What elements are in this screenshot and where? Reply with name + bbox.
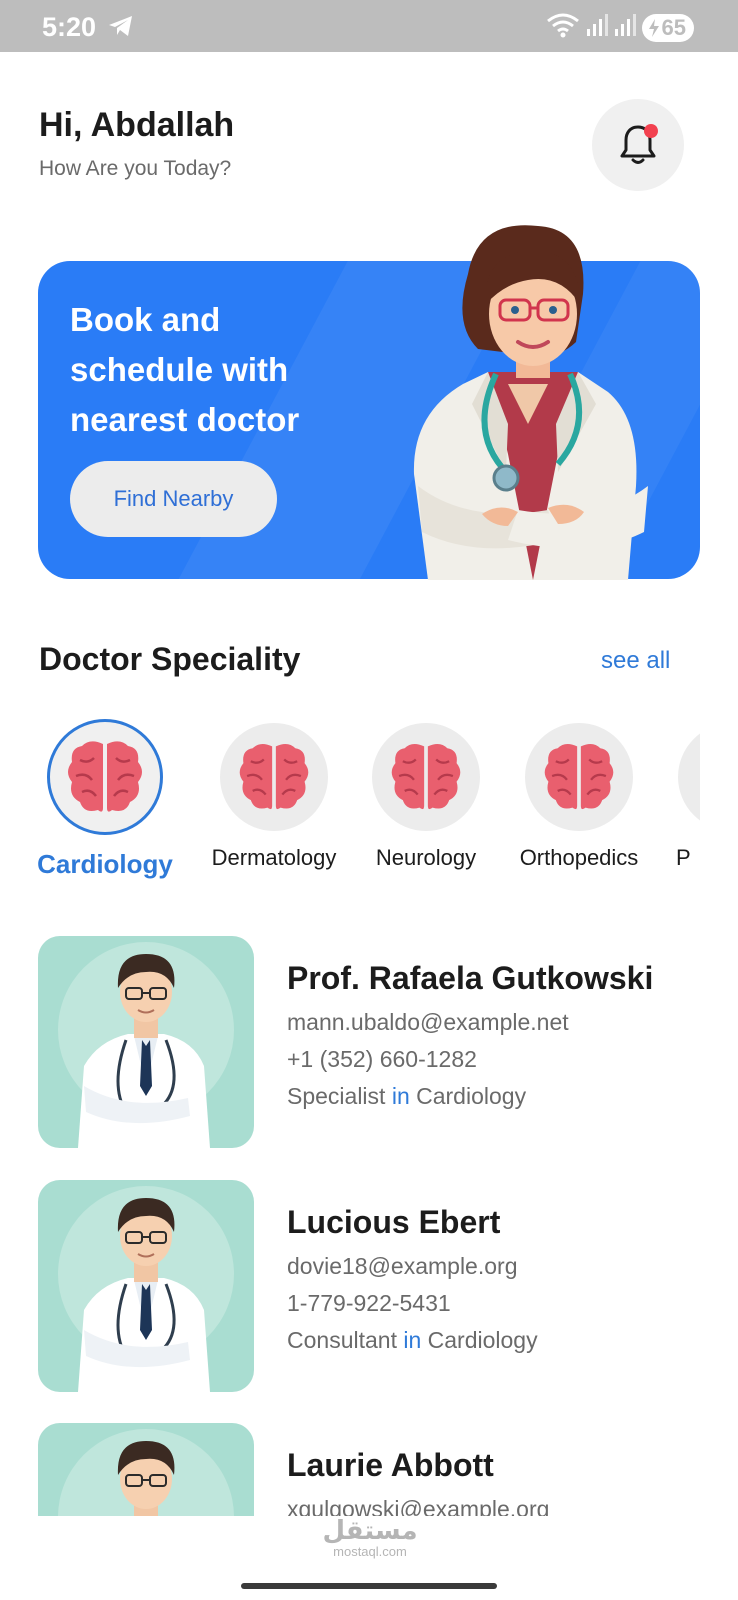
speciality-label: Dermatology (211, 845, 337, 870)
in-word: in (403, 1327, 422, 1353)
speciality-label: Orthopedics (519, 845, 639, 870)
doctor-email: xgulgowski@example.org (287, 1496, 550, 1516)
watermark: مستقل mostaql.com (300, 1516, 440, 1559)
doctor-email: dovie18@example.org (287, 1253, 518, 1279)
speciality-label: Neurology (375, 845, 477, 870)
speciality-carousel[interactable]: Cardiology Dermatology Neurology Orthope… (38, 718, 700, 888)
doctor-card[interactable]: Prof. Rafaela Gutkowski mann.ubaldo@exam… (38, 936, 700, 1148)
doctor-card[interactable]: Laurie Abbott xgulgowski@example.org (38, 1423, 700, 1516)
signal-icon (586, 13, 608, 42)
brain-icon (391, 744, 461, 810)
speciality-icon-circle (372, 723, 480, 831)
doctor-avatar (38, 1423, 254, 1516)
speciality-label: P (676, 845, 691, 870)
doctor-avatar (38, 936, 254, 1148)
speciality-item-neurology[interactable]: Neurology (356, 718, 496, 871)
in-word: in (391, 1083, 410, 1109)
doctor-name: Laurie Abbott (287, 1447, 494, 1483)
greeting-title: Hi, Abdallah (39, 106, 235, 144)
home-indicator[interactable] (241, 1583, 497, 1589)
doctor-speciality: Cardiology (427, 1327, 538, 1353)
doctor-email: mann.ubaldo@example.net (287, 1009, 569, 1035)
notification-button[interactable] (592, 99, 684, 191)
doctor-phone: 1-779-922-5431 (287, 1290, 451, 1316)
doctor-info: Prof. Rafaela Gutkowski mann.ubaldo@exam… (287, 960, 653, 1110)
watermark-latin: mostaql.com (333, 1544, 407, 1559)
doctor-name: Prof. Rafaela Gutkowski (287, 960, 654, 996)
battery-charging-icon (648, 18, 659, 37)
doctor-speciality-line: Consultant in Cardiology (287, 1327, 538, 1354)
speciality-icon-circle (525, 723, 633, 831)
speciality-icon-circle (678, 723, 700, 831)
find-nearby-button[interactable]: Find Nearby (70, 461, 277, 537)
doctor-speciality: Cardiology (416, 1083, 527, 1109)
doctor-phone: +1 (352) 660-1282 (287, 1046, 477, 1072)
brain-icon (239, 744, 309, 810)
doctor-name: Lucious Ebert (287, 1204, 501, 1240)
speciality-item-orthopedics[interactable]: Orthopedics (509, 718, 649, 871)
battery-level: 65 (661, 14, 686, 40)
status-icons: 65 (546, 12, 694, 43)
notification-dot (644, 124, 658, 138)
watermark-arabic: مستقل (322, 1516, 418, 1546)
greeting-subtitle: How Are you Today? (39, 157, 232, 180)
female-doctor-illustration (413, 225, 648, 580)
speciality-icon-circle (47, 719, 163, 835)
male-doctor-illustration (78, 1198, 210, 1392)
doctor-info: Laurie Abbott xgulgowski@example.org (287, 1447, 549, 1516)
speciality-item-cardiology[interactable]: Cardiology (38, 718, 175, 880)
speciality-label: Cardiology (38, 849, 173, 879)
doctor-role: Consultant (287, 1327, 397, 1353)
signal-icon (614, 13, 636, 42)
banner-title: Book and schedule with nearest doctor (70, 301, 300, 438)
status-bar: 5:20 65 (0, 0, 738, 52)
doctor-role: Specialist (287, 1083, 386, 1109)
speciality-section-title: Doctor Speciality (39, 641, 301, 677)
brain-icon (544, 744, 614, 810)
speciality-item-dermatology[interactable]: Dermatology (204, 718, 344, 871)
male-doctor-illustration (78, 954, 210, 1148)
doctor-info: Lucious Ebert dovie18@example.org 1-779-… (287, 1204, 538, 1354)
telegram-icon (108, 14, 134, 43)
brain-icon (68, 741, 142, 812)
male-doctor-illustration (117, 1441, 175, 1516)
wifi-icon (546, 12, 580, 43)
speciality-icon-circle (220, 723, 328, 831)
doctor-speciality-line: Specialist in Cardiology (287, 1083, 653, 1110)
doctor-list[interactable]: Prof. Rafaela Gutkowski mann.ubaldo@exam… (0, 930, 738, 1516)
doctor-card[interactable]: Lucious Ebert dovie18@example.org 1-779-… (38, 1180, 700, 1392)
see-all-link[interactable]: see all (601, 647, 670, 675)
status-time: 5:20 (42, 12, 97, 42)
doctor-avatar (38, 1180, 254, 1392)
speciality-item-partial[interactable]: P (648, 718, 700, 871)
battery-indicator: 65 (641, 13, 694, 42)
